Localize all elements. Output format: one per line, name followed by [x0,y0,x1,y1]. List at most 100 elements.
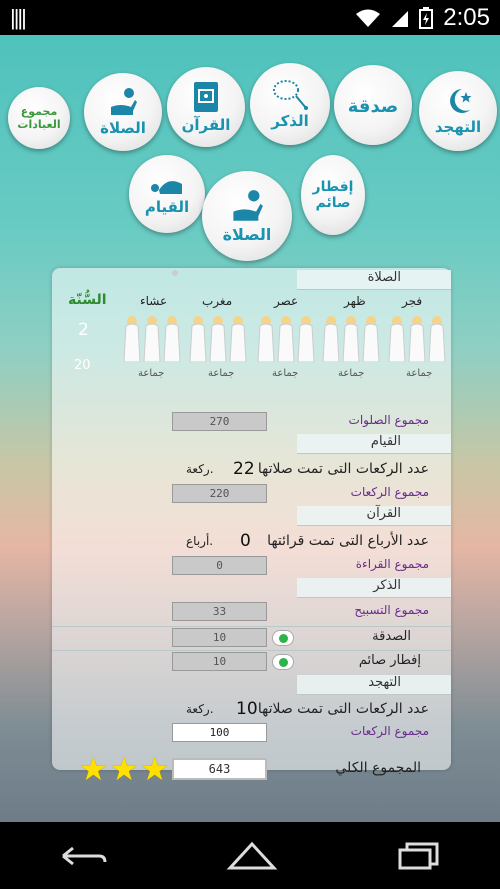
system-nav-bar [0,822,500,889]
jamaa-dhuhr: جماعة [338,368,365,379]
status-bar: |||| 2:05 [0,0,500,35]
sum-worship-button[interactable]: مجموع العبادات [8,87,70,149]
prayers-sum-label: مجموع الصلوات [348,413,429,427]
tahajjud-header-label: التهجد [368,675,401,690]
prayer-name-dhuhr: ظهر [344,294,366,308]
dhikr-header-label: الذكر [373,578,401,593]
app-screen: مجموع العبادات الصلاة القرآن الذكر صدقة … [0,35,500,822]
iftar-label: إفطار صائم [358,653,421,668]
dhikr-sum-row: 33 مجموع التسبيح [52,601,451,623]
summary-panel: الصلاة السُّنّة عشاء مغرب عصر ظهر فجر 2 … [52,268,451,785]
prostration-icon [151,181,182,194]
jamaa-maghrib: جماعة [208,368,235,379]
home-icon[interactable] [226,841,278,871]
clock: 2:05 [443,3,490,31]
salah-button[interactable]: الصلاة [84,73,162,151]
jamaa-fajr: جماعة [406,368,433,379]
prayer-figure-icon[interactable] [257,314,275,363]
quran-label: القرآن [181,116,231,134]
sum-worship-line2: العبادات [17,118,61,131]
prayer-name-asr: عصر [274,294,299,308]
prayer-figure-icon[interactable] [123,314,141,363]
iftar-toggle[interactable] [272,654,294,670]
dhikr-label: الذكر [271,112,309,130]
total-value: 643 [172,758,267,780]
quran-sum-value: 0 [172,556,267,575]
prayer-icon [233,189,263,221]
sadaqa-value: 10 [172,628,267,647]
star-icon: ★ [109,750,139,788]
salah-label: الصلاة [100,119,146,137]
qiyam-sum-label: مجموع الركعات [350,485,429,499]
qiyam-label: القيام [144,198,190,216]
quran-book-icon [194,82,218,112]
tahajjud-unit: ركعة. [186,702,214,716]
dhikr-header: الذكر [297,578,451,598]
prayer-name-maghrib: مغرب [202,294,233,308]
prayer-figure-icon[interactable] [189,314,207,363]
quran-count[interactable]: 0 [240,531,251,551]
salah-selected-label: الصلاة [222,224,272,244]
sadaqa-button[interactable]: صدقة [334,65,412,145]
quran-header: القرآن [297,506,451,526]
prayer-figure-icon[interactable] [388,314,406,363]
jamaa-asr: جماعة [272,368,299,379]
tahajjud-button[interactable]: التهجد [419,71,497,151]
prayer-figure-icon[interactable] [143,314,161,363]
tahajjud-count[interactable]: 10 [236,699,258,719]
toggle-dot-icon [278,633,288,643]
qiyam-button[interactable]: القيام [129,155,205,233]
quran-unit: أرباع. [186,534,214,548]
iftar-line2: صائم [315,195,351,211]
iftar-line1: إفطار [312,179,354,195]
prayer-icon [111,88,137,115]
sunna-count: 2 [78,320,89,340]
star-icon: ★ [79,750,108,788]
prayer-figure-icon[interactable] [229,314,247,363]
notification-icon: |||| [10,4,27,30]
tahajjud-sum-row: 100 مجموع الركعات [52,722,451,744]
iftar-value: 10 [172,652,267,671]
prayer-figure-icon[interactable] [362,314,380,363]
dhikr-sum-label: مجموع التسبيح [354,603,429,617]
salah-selected-button[interactable]: الصلاة [202,171,292,261]
battery-icon [419,6,434,29]
recent-apps-icon[interactable] [397,842,441,870]
quran-sum-label: مجموع القراءة [355,557,429,571]
tahajjud-sum-label: مجموع الركعات [350,724,429,738]
sunna-label: السُّنّة [68,292,107,308]
prayers-sum-row: 270 مجموع الصلوات [52,411,451,433]
tahajjud-sum-value: 100 [172,723,267,742]
prayer-name-isha: عشاء [140,294,168,308]
iftar-button[interactable]: إفطار صائم [301,155,365,235]
star-icon: ★ [140,750,170,788]
back-icon[interactable] [59,842,107,870]
tahajjud-row: ركعة. 10 عدد الركعات التى تمت صلاتها [52,698,451,722]
quran-text: عدد الأرباع التى تمت قرائتها [267,533,429,549]
prayer-figure-icon[interactable] [428,314,446,363]
moon-star-icon [450,89,472,113]
panel-dot [172,270,178,276]
prayer-figure-icon[interactable] [163,314,181,363]
sum-worship-line1: مجموع [20,105,58,118]
quran-row: أرباع. 0 عدد الأرباع التى تمت قرائتها [52,530,451,554]
qiyam-count[interactable]: 22 [233,459,255,479]
prayer-figures-row: 2 20 جماعة جماعة جماعة جماعة جماعة [52,314,451,384]
dhikr-button[interactable]: الذكر [250,63,330,145]
quran-button[interactable]: القرآن [167,67,245,147]
iftar-row: 10 إفطار صائم [52,650,451,672]
qiyam-text: عدد الركعات التى تمت صلاتها [257,461,429,477]
jamaa-isha: جماعة [138,368,165,379]
prayer-figure-icon[interactable] [277,314,295,363]
total-label: المجموع الكلي [335,760,421,776]
prayer-beads-icon [273,80,308,110]
sadaqa-row: 10 الصدقة [52,626,451,648]
sadaqa-toggle[interactable] [272,630,294,646]
tahajjud-header: التهجد [297,675,451,695]
prayer-figure-icon[interactable] [408,314,426,363]
prayer-figure-icon[interactable] [209,314,227,363]
tahajjud-label: التهجد [434,118,482,136]
prayer-figure-icon[interactable] [342,314,360,363]
prayer-figure-icon[interactable] [297,314,315,363]
prayer-figure-icon[interactable] [322,314,340,363]
